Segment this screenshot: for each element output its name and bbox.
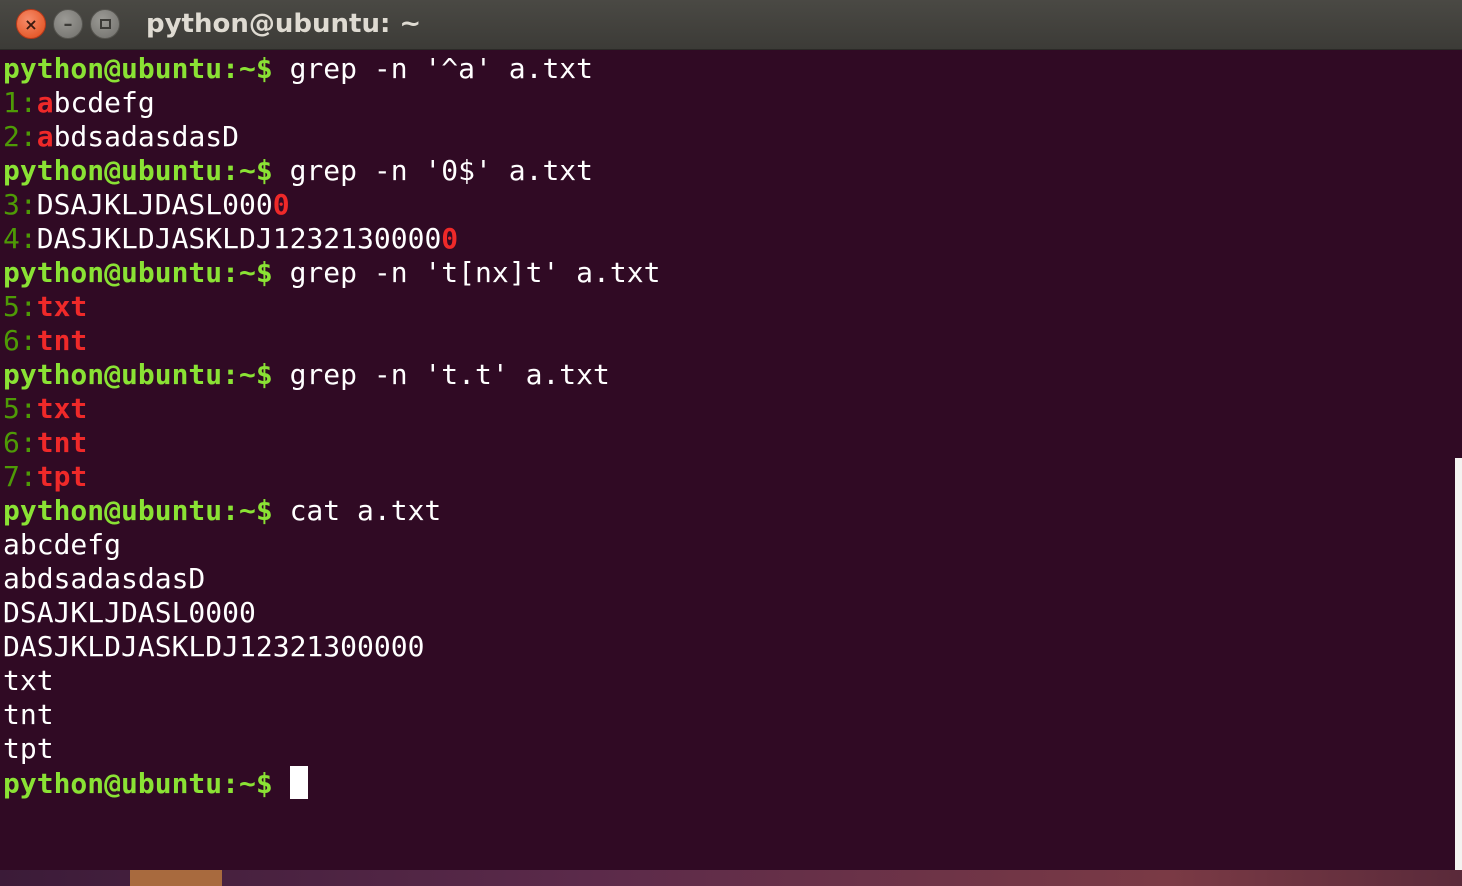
line-number-separator: : bbox=[19, 86, 37, 119]
close-button[interactable]: × bbox=[16, 9, 46, 39]
match-highlight: 0 bbox=[441, 222, 459, 255]
terminal-line: python@ubuntu:~$ bbox=[3, 766, 1453, 800]
output-text: txt bbox=[3, 664, 54, 697]
shell-prompt: python@ubuntu:~$ bbox=[3, 256, 273, 289]
shell-prompt: python@ubuntu:~$ bbox=[3, 767, 273, 800]
window-title: python@ubuntu: ~ bbox=[146, 9, 422, 39]
terminal-line: 2:abdsadasdasD bbox=[3, 120, 1453, 154]
line-number-separator: : bbox=[19, 120, 37, 153]
output-text: tnt bbox=[3, 698, 54, 731]
terminal-line: tnt bbox=[3, 698, 1453, 732]
match-prefix: DSAJKLJDASL000 bbox=[36, 188, 273, 221]
terminal-line: 5:txt bbox=[3, 290, 1453, 324]
command-text: grep -n '^a' a.txt bbox=[272, 52, 594, 85]
line-number: 5 bbox=[3, 392, 20, 425]
terminal-line: 6:tnt bbox=[3, 426, 1453, 460]
output-text: abdsadasdasD bbox=[3, 562, 206, 595]
terminal-line: 7:tpt bbox=[3, 460, 1453, 494]
terminal-line: python@ubuntu:~$ grep -n 't[nx]t' a.txt bbox=[3, 256, 1453, 290]
line-number: 1 bbox=[3, 86, 20, 119]
window-titlebar[interactable]: × – python@ubuntu: ~ bbox=[0, 0, 1462, 50]
line-number-separator: : bbox=[19, 460, 37, 493]
scrollbar[interactable] bbox=[1455, 458, 1462, 870]
line-number: 2 bbox=[3, 120, 20, 153]
maximize-icon bbox=[99, 19, 111, 29]
desktop-taskbar bbox=[0, 870, 1462, 886]
terminal-line: 6:tnt bbox=[3, 324, 1453, 358]
taskbar-item[interactable] bbox=[130, 870, 222, 886]
line-number: 5 bbox=[3, 290, 20, 323]
line-number: 7 bbox=[3, 460, 20, 493]
line-number: 4 bbox=[3, 222, 20, 255]
command-text: grep -n '0$' a.txt bbox=[272, 154, 594, 187]
match-highlight: txt bbox=[36, 392, 88, 425]
command-text: cat a.txt bbox=[272, 494, 442, 527]
match-highlight: tpt bbox=[36, 460, 88, 493]
terminal-line: DSAJKLJDASL0000 bbox=[3, 596, 1453, 630]
terminal-line: 4:DASJKLDJASKLDJ12321300000 bbox=[3, 222, 1453, 256]
terminal-line: python@ubuntu:~$ cat a.txt bbox=[3, 494, 1453, 528]
match-highlight: a bbox=[36, 86, 54, 119]
terminal-line: txt bbox=[3, 664, 1453, 698]
match-prefix: DASJKLDJASKLDJ1232130000 bbox=[36, 222, 442, 255]
match-highlight: tnt bbox=[36, 324, 88, 357]
terminal-output[interactable]: python@ubuntu:~$ grep -n '^a' a.txt 1:abc… bbox=[3, 52, 1453, 868]
match-highlight: tnt bbox=[36, 426, 88, 459]
terminal-line: abdsadasdasD bbox=[3, 562, 1453, 596]
line-number-separator: : bbox=[19, 222, 37, 255]
shell-prompt: python@ubuntu:~$ bbox=[3, 494, 273, 527]
command-text bbox=[273, 767, 290, 800]
output-text: DASJKLDJASKLDJ12321300000 bbox=[3, 630, 425, 663]
output-text: abcdefg bbox=[3, 528, 122, 561]
terminal-line: python@ubuntu:~$ grep -n '^a' a.txt bbox=[3, 52, 1453, 86]
minimize-icon: – bbox=[63, 13, 73, 35]
maximize-button[interactable] bbox=[90, 9, 120, 39]
line-number-separator: : bbox=[19, 290, 37, 323]
line-number-separator: : bbox=[19, 426, 37, 459]
line-number: 3 bbox=[3, 188, 20, 221]
match-highlight: 0 bbox=[272, 188, 290, 221]
match-suffix: bdsadasdasD bbox=[53, 120, 240, 153]
terminal-line: python@ubuntu:~$ grep -n 't.t' a.txt bbox=[3, 358, 1453, 392]
terminal-line: DASJKLDJASKLDJ12321300000 bbox=[3, 630, 1453, 664]
match-highlight: txt bbox=[36, 290, 88, 323]
shell-prompt: python@ubuntu:~$ bbox=[3, 52, 273, 85]
match-highlight: a bbox=[36, 120, 54, 153]
line-number-separator: : bbox=[19, 188, 37, 221]
line-number: 6 bbox=[3, 324, 20, 357]
match-suffix: bcdefg bbox=[53, 86, 155, 119]
line-number: 6 bbox=[3, 426, 20, 459]
minimize-button[interactable]: – bbox=[53, 9, 83, 39]
terminal-line: 1:abcdefg bbox=[3, 86, 1453, 120]
terminal-line: 5:txt bbox=[3, 392, 1453, 426]
output-text: tpt bbox=[3, 732, 54, 765]
line-number-separator: : bbox=[19, 324, 37, 357]
line-number-separator: : bbox=[19, 392, 37, 425]
terminal-line: tpt bbox=[3, 732, 1453, 766]
terminal-line: 3:DSAJKLJDASL0000 bbox=[3, 188, 1453, 222]
close-icon: × bbox=[24, 14, 38, 34]
terminal-line: python@ubuntu:~$ grep -n '0$' a.txt bbox=[3, 154, 1453, 188]
shell-prompt: python@ubuntu:~$ bbox=[3, 358, 273, 391]
text-cursor bbox=[289, 766, 308, 799]
command-text: grep -n 't[nx]t' a.txt bbox=[272, 256, 661, 289]
shell-prompt: python@ubuntu:~$ bbox=[3, 154, 273, 187]
command-text: grep -n 't.t' a.txt bbox=[272, 358, 610, 391]
output-text: DSAJKLJDASL0000 bbox=[3, 596, 256, 629]
terminal-line: abcdefg bbox=[3, 528, 1453, 562]
